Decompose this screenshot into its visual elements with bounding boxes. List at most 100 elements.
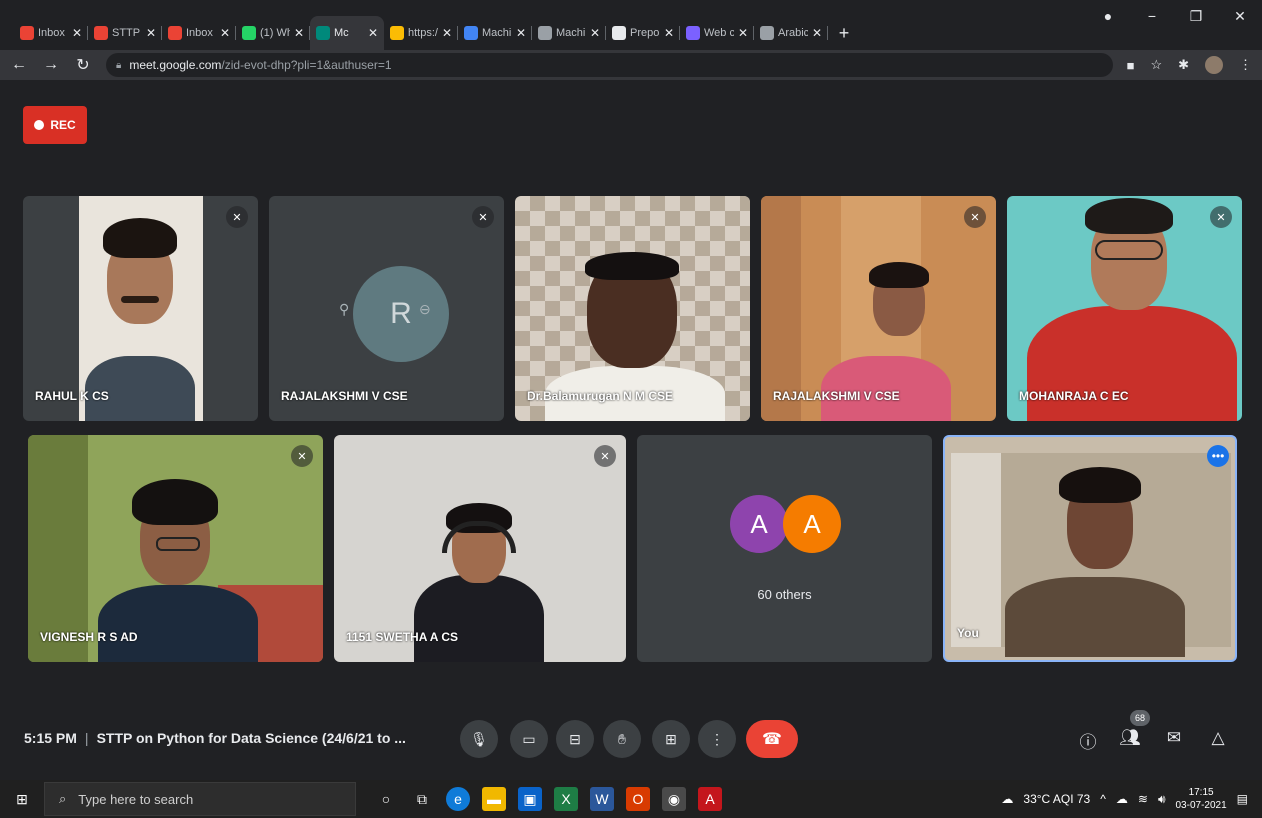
- participant-tile[interactable]: ✕ RAJALAKSHMI V CSE: [761, 196, 996, 421]
- chat-icon[interactable]: ✉︎: [1162, 728, 1186, 748]
- present-button[interactable]: ⊞: [652, 720, 690, 758]
- tab-title: Machi: [556, 27, 586, 39]
- back-arrow-icon[interactable]: ←: [10, 56, 28, 74]
- close-tab-icon[interactable]: ✕: [368, 26, 378, 40]
- record-dot-icon: [34, 120, 45, 130]
- windows-start-icon[interactable]: ⊞: [0, 791, 44, 808]
- raise-hand-button[interactable]: ✋︎: [603, 720, 641, 758]
- browser-tab[interactable]: Inbox ✕: [162, 16, 236, 50]
- leave-call-button[interactable]: ☎︎: [746, 720, 798, 758]
- gmail-icon: [94, 26, 108, 40]
- self-view-tile[interactable]: ••• You: [943, 435, 1237, 662]
- others-count-label: 60 others: [757, 587, 812, 602]
- browser-tab[interactable]: Prepo ✕: [606, 16, 680, 50]
- onedrive-icon[interactable]: ☁︎: [1116, 792, 1128, 806]
- participant-name: MOHANRAJA C EC: [1019, 389, 1129, 403]
- mic-off-icon: ✕: [964, 206, 986, 228]
- wifi-icon[interactable]: ≋: [1138, 792, 1148, 806]
- cortana-icon[interactable]: ○: [374, 787, 398, 811]
- close-tab-icon[interactable]: ✕: [516, 26, 526, 40]
- new-tab-button[interactable]: +: [828, 16, 860, 50]
- more-options-button[interactable]: ⋮: [698, 720, 736, 758]
- file-explorer-icon[interactable]: ▬: [482, 787, 506, 811]
- mic-off-icon: ✕: [226, 206, 248, 228]
- taskbar-search[interactable]: ⌕ Type here to search: [44, 782, 356, 816]
- close-tab-icon[interactable]: ✕: [664, 26, 674, 40]
- microphone-button[interactable]: 🎙︎: [460, 720, 498, 758]
- browser-tab[interactable]: Web c ✕: [680, 16, 754, 50]
- weather-icon[interactable]: ☁︎: [1001, 792, 1013, 806]
- participant-tile[interactable]: ✕ 1151 SWETHA A CS: [334, 435, 626, 662]
- participant-name: Dr.Balamurugan N M CSE: [527, 389, 674, 403]
- minimize-button[interactable]: −: [1130, 8, 1174, 25]
- browser-tab[interactable]: https:/ ✕: [384, 16, 458, 50]
- participant-name: VIGNESH R S AD: [40, 630, 138, 644]
- more-options-icon[interactable]: •••: [1207, 445, 1229, 467]
- kebab-menu-icon[interactable]: ⋮: [1239, 57, 1252, 73]
- close-tab-icon[interactable]: ✕: [738, 26, 748, 40]
- close-tab-icon[interactable]: ✕: [442, 26, 452, 40]
- participant-tile[interactable]: Dr.Balamurugan N M CSE: [515, 196, 750, 421]
- participant-tile[interactable]: ✕ MOHANRAJA C EC: [1007, 196, 1242, 421]
- activities-icon[interactable]: △: [1206, 728, 1230, 748]
- kebab-menu-icon: ⋮: [710, 730, 724, 747]
- meeting-info-icon[interactable]: ⓘ: [1076, 728, 1100, 753]
- url-path: /zid-evot-dhp?pli=1&authuser=1: [221, 58, 392, 72]
- close-tab-icon[interactable]: ✕: [72, 26, 82, 40]
- participant-tile[interactable]: ✕ RAHUL K CS: [23, 196, 258, 421]
- acrobat-icon[interactable]: A: [698, 787, 722, 811]
- restore-button[interactable]: ❐: [1174, 8, 1218, 25]
- browser-tab[interactable]: Arabic ✕: [754, 16, 828, 50]
- browser-tab[interactable]: Inbox ✕: [14, 16, 88, 50]
- extensions-puzzle-icon[interactable]: ✱: [1178, 57, 1189, 73]
- participant-name: RAHUL K CS: [35, 389, 109, 403]
- page-icon: [390, 26, 404, 40]
- store-icon[interactable]: ▣: [518, 787, 542, 811]
- close-window-button[interactable]: ✕: [1218, 8, 1262, 25]
- weather-text[interactable]: 33°C AQI 73: [1023, 792, 1090, 806]
- address-bar[interactable]: 🔒︎ meet.google.com/zid-evot-dhp?pli=1&au…: [106, 53, 1113, 77]
- notifications-icon[interactable]: ▤: [1237, 792, 1248, 806]
- present-screen-icon: ⊞: [665, 730, 677, 747]
- captions-button[interactable]: ⊟: [556, 720, 594, 758]
- word-icon[interactable]: W: [590, 787, 614, 811]
- camera-in-use-icon[interactable]: ■: [1127, 58, 1135, 73]
- profile-icon[interactable]: ●: [1086, 8, 1130, 25]
- clock-date: 03-07-2021: [1175, 800, 1227, 811]
- close-tab-icon[interactable]: ✕: [220, 26, 230, 40]
- remove-icon[interactable]: ⊖: [419, 301, 431, 318]
- volume-icon[interactable]: 🔊︎: [1158, 792, 1166, 807]
- chrome-icon[interactable]: ◉: [662, 787, 686, 811]
- pin-icon[interactable]: ⚲: [339, 301, 349, 318]
- browser-tab[interactable]: Machi ✕: [532, 16, 606, 50]
- close-tab-icon[interactable]: ✕: [146, 26, 156, 40]
- close-tab-icon[interactable]: ✕: [812, 26, 822, 40]
- browser-tab[interactable]: Mc ✕: [310, 16, 384, 50]
- task-view-icon[interactable]: ⧉: [410, 787, 434, 811]
- close-tab-icon[interactable]: ✕: [294, 26, 304, 40]
- gmail-icon: [168, 26, 182, 40]
- taskbar-clock[interactable]: 17:15 03-07-2021: [1176, 786, 1227, 812]
- search-icon: ⌕: [59, 791, 67, 806]
- profile-avatar[interactable]: [1205, 56, 1223, 74]
- forward-arrow-icon[interactable]: →: [42, 56, 60, 74]
- doc-icon: [538, 26, 552, 40]
- browser-tab[interactable]: Machi ✕: [458, 16, 532, 50]
- participant-name: RAJALAKSHMI V CSE: [773, 389, 900, 403]
- participant-tile[interactable]: R ⚲ ⊖ ✕ RAJALAKSHMI V CSE: [269, 196, 504, 421]
- chevron-up-icon[interactable]: ^: [1100, 792, 1106, 806]
- browser-tab[interactable]: STTP c ✕: [88, 16, 162, 50]
- camera-button[interactable]: ▭: [510, 720, 548, 758]
- browser-tab[interactable]: (1) Wh ✕: [236, 16, 310, 50]
- excel-icon[interactable]: X: [554, 787, 578, 811]
- participant-tile[interactable]: ✕ VIGNESH R S AD: [28, 435, 323, 662]
- office-icon[interactable]: O: [626, 787, 650, 811]
- recording-indicator[interactable]: REC: [23, 106, 87, 144]
- others-tile[interactable]: A A 60 others: [637, 435, 932, 662]
- bookmark-star-icon[interactable]: ☆: [1150, 57, 1162, 73]
- edge-icon[interactable]: e: [446, 787, 470, 811]
- people-icon[interactable]: 👥︎: [1118, 728, 1142, 748]
- reload-icon[interactable]: ↻: [74, 55, 92, 75]
- close-tab-icon[interactable]: ✕: [590, 26, 600, 40]
- meeting-time: 5:15 PM: [24, 730, 77, 746]
